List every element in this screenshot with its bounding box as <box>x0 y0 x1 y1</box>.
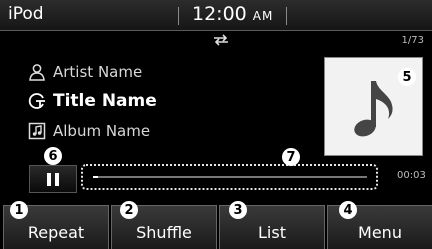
title-icon <box>28 93 45 109</box>
menu-button-label: Menu <box>358 223 402 242</box>
clock-time: 12:00 <box>192 3 247 25</box>
shuffle-button-label: Shuffle <box>136 223 192 242</box>
callout-7: 7 <box>282 148 300 166</box>
title-row: Title Name <box>28 90 157 112</box>
album-row: Album Name <box>28 120 150 142</box>
status-divider <box>178 7 179 25</box>
callout-2: 2 <box>120 201 138 219</box>
title-name: Title Name <box>53 91 157 111</box>
callout-4: 4 <box>339 201 357 219</box>
progress-bar[interactable] <box>93 176 367 178</box>
artist-row: Artist Name <box>28 61 142 83</box>
pause-button[interactable] <box>29 165 77 193</box>
status-bar: iPod 12:00 AM <box>0 0 432 31</box>
artist-name: Artist Name <box>53 63 143 81</box>
album-icon <box>28 122 46 140</box>
list-button-label: List <box>258 223 286 242</box>
callout-5: 5 <box>398 68 416 86</box>
source-label: iPod <box>8 4 44 24</box>
repeat-button-label: Repeat <box>27 223 85 242</box>
music-note-icon <box>354 81 393 137</box>
clock-ampm: AM <box>252 9 274 23</box>
ipod-screen: iPod 12:00 AM 1/73 Artist Name Title Name… <box>0 0 432 249</box>
clock: 12:00 AM <box>192 3 273 25</box>
callout-3: 3 <box>229 201 247 219</box>
track-counter: 1/73 <box>401 35 424 46</box>
person-icon <box>29 64 45 81</box>
status-divider <box>286 7 287 25</box>
progress-fill <box>93 176 99 178</box>
album-name: Album Name <box>53 122 151 140</box>
repeat-shuffle-icon <box>214 34 228 46</box>
callout-1: 1 <box>10 201 28 219</box>
callout-6: 6 <box>44 147 62 165</box>
elapsed-time: 00:03 <box>397 170 426 181</box>
pause-icon <box>47 173 59 186</box>
